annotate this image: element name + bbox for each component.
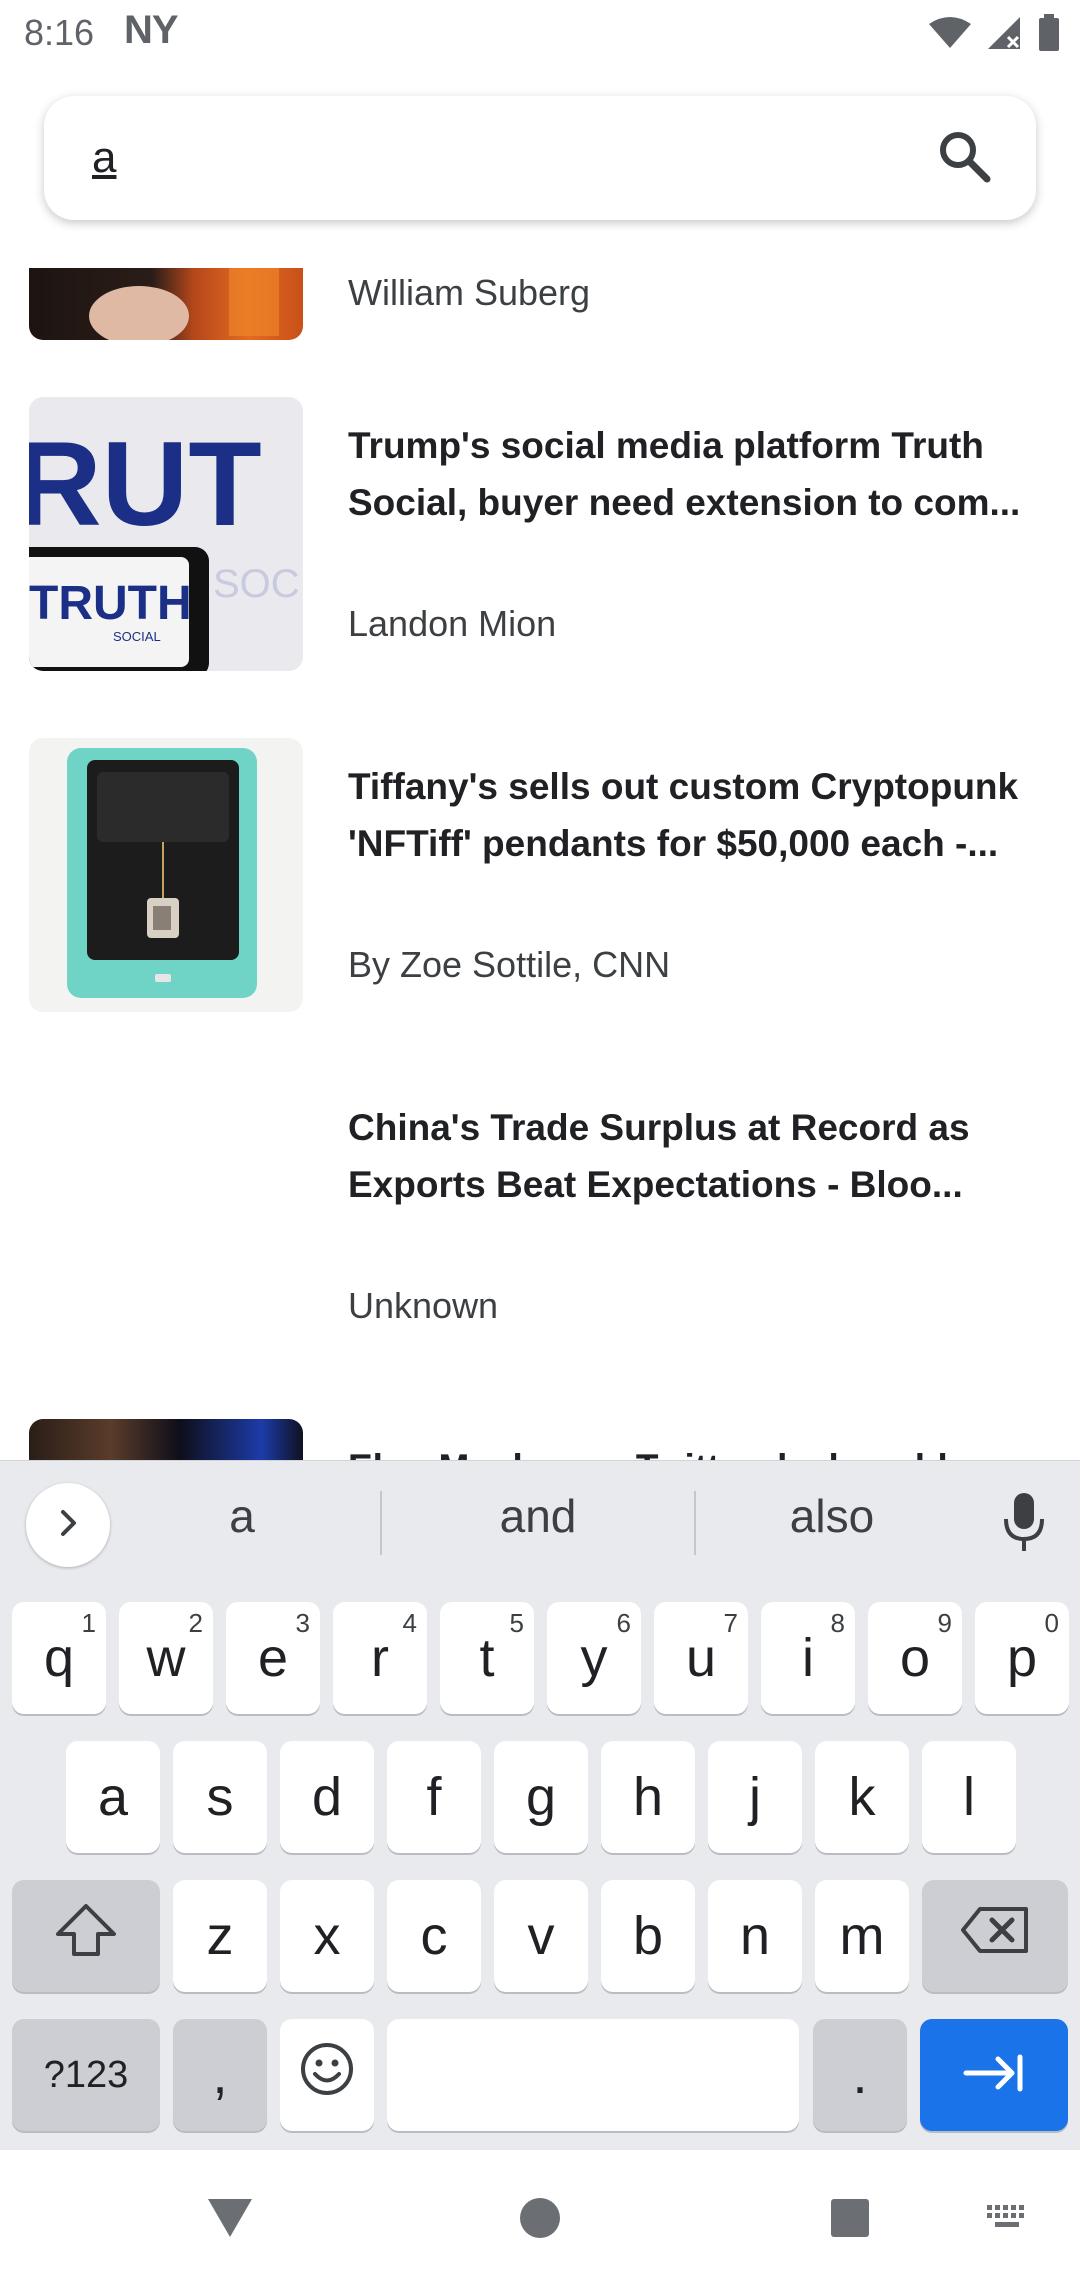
status-bar: 8:16 NY xyxy=(0,0,1080,64)
status-icons xyxy=(928,14,1060,57)
article-thumbnail xyxy=(29,738,303,1012)
article-thumbnail xyxy=(29,268,303,340)
battery-icon xyxy=(1038,14,1060,57)
article-thumbnail: RUT SOC TRUTH SOCIAL xyxy=(29,397,303,671)
tab-arrow-icon xyxy=(962,2044,1026,2106)
key-l[interactable]: l xyxy=(922,1741,1016,1853)
voice-input-button[interactable] xyxy=(996,1491,1052,1557)
keyboard-switch-icon xyxy=(985,2203,1031,2238)
symbols-key[interactable]: ?123 xyxy=(12,2019,160,2131)
article-title: Trump's social media platform Truth Soci… xyxy=(348,425,1021,523)
recents-button[interactable] xyxy=(820,2190,880,2250)
article-item[interactable]: China's Trade Surplus at Record as Expor… xyxy=(0,1079,1080,1379)
enter-key[interactable] xyxy=(920,2019,1068,2131)
key-z[interactable]: z xyxy=(173,1880,267,1992)
article-title: China's Trade Surplus at Record as Expor… xyxy=(348,1107,970,1205)
key-g[interactable]: g xyxy=(494,1741,588,1853)
suggestion-divider xyxy=(694,1491,696,1555)
search-bar xyxy=(44,96,1036,220)
key-d[interactable]: d xyxy=(280,1741,374,1853)
key-j[interactable]: j xyxy=(708,1741,802,1853)
key-s[interactable]: s xyxy=(173,1741,267,1853)
home-icon xyxy=(518,2196,562,2245)
key-v[interactable]: v xyxy=(494,1880,588,1992)
suggestion-item[interactable]: a xyxy=(122,1489,362,1543)
key-a[interactable]: a xyxy=(66,1741,160,1853)
key-t[interactable]: t5 xyxy=(440,1602,534,1714)
key-i[interactable]: i8 xyxy=(761,1602,855,1714)
key-q[interactable]: q1 xyxy=(12,1602,106,1714)
suggestion-strip: a and also xyxy=(0,1461,1080,1587)
article-title: Tiffany's sells out custom Cryptopunk 'N… xyxy=(348,766,1019,864)
article-author: Unknown xyxy=(348,1285,499,1326)
shift-icon xyxy=(54,1902,118,1971)
article-list[interactable]: William Suberg RUT SOC TRUTH SOCIAL Trum… xyxy=(0,268,1080,1460)
home-button[interactable] xyxy=(510,2190,570,2250)
chevron-right-icon xyxy=(52,1507,84,1544)
key-n[interactable]: n xyxy=(708,1880,802,1992)
search-button[interactable] xyxy=(932,126,996,190)
backspace-key[interactable] xyxy=(922,1880,1068,1992)
status-carrier: NY xyxy=(124,8,179,52)
back-icon xyxy=(206,2197,254,2244)
thumb-text: RUT xyxy=(29,417,262,551)
article-author: Landon Mion xyxy=(348,603,557,644)
comma-key[interactable]: , xyxy=(173,2019,267,2131)
key-o[interactable]: o9 xyxy=(868,1602,962,1714)
article-author: By Zoe Sottile, CNN xyxy=(348,944,671,985)
backspace-icon xyxy=(960,1905,1030,1968)
article-item[interactable]: Elon Musk says Twitter deal could go xyxy=(0,1419,1080,1460)
article-item[interactable]: RUT SOC TRUTH SOCIAL Trump's social medi… xyxy=(0,397,1080,697)
key-p[interactable]: p0 xyxy=(975,1602,1069,1714)
navigation-bar xyxy=(0,2150,1080,2280)
suggestion-divider xyxy=(380,1491,382,1555)
key-w[interactable]: w2 xyxy=(119,1602,213,1714)
key-f[interactable]: f xyxy=(387,1741,481,1853)
shift-key[interactable] xyxy=(12,1880,160,1992)
thumb-text: SOC xyxy=(213,562,300,606)
key-h[interactable]: h xyxy=(601,1741,695,1853)
status-time: 8:16 xyxy=(24,12,95,53)
article-item[interactable]: William Suberg xyxy=(0,268,1080,366)
key-u[interactable]: u7 xyxy=(654,1602,748,1714)
search-input[interactable] xyxy=(92,122,912,194)
soft-keyboard: a and also q1 w2 e3 r4 t5 y6 u7 i8 o9 p0… xyxy=(0,1460,1080,2150)
key-r[interactable]: r4 xyxy=(333,1602,427,1714)
suggestion-item[interactable]: and xyxy=(418,1489,658,1543)
article-author: William Suberg xyxy=(348,272,591,313)
wifi-icon xyxy=(928,16,972,55)
expand-suggestions-button[interactable] xyxy=(26,1483,110,1567)
key-c[interactable]: c xyxy=(387,1880,481,1992)
back-button[interactable] xyxy=(200,2190,260,2250)
article-title: Elon Musk says Twitter deal could go xyxy=(348,1439,1048,1460)
space-key[interactable] xyxy=(387,2019,799,2131)
suggestion-item[interactable]: also xyxy=(712,1489,952,1543)
recents-icon xyxy=(830,2198,870,2243)
key-k[interactable]: k xyxy=(815,1741,909,1853)
article-item[interactable]: Tiffany's sells out custom Cryptopunk 'N… xyxy=(0,738,1080,1038)
key-e[interactable]: e3 xyxy=(226,1602,320,1714)
article-thumbnail xyxy=(29,1419,303,1460)
key-m[interactable]: m xyxy=(815,1880,909,1992)
key-b[interactable]: b xyxy=(601,1880,695,1992)
period-key[interactable]: . xyxy=(813,2019,907,2131)
thumb-text: TRUTH xyxy=(29,577,192,630)
search-icon xyxy=(937,129,991,188)
emoji-icon xyxy=(299,2041,355,2110)
key-y[interactable]: y6 xyxy=(547,1602,641,1714)
emoji-key[interactable] xyxy=(280,2019,374,2131)
signal-icon xyxy=(986,15,1024,56)
microphone-icon xyxy=(1002,1491,1046,1558)
key-x[interactable]: x xyxy=(280,1880,374,1992)
thumb-text: SOCIAL xyxy=(113,629,161,644)
keyboard-switch-button[interactable] xyxy=(978,2190,1038,2250)
